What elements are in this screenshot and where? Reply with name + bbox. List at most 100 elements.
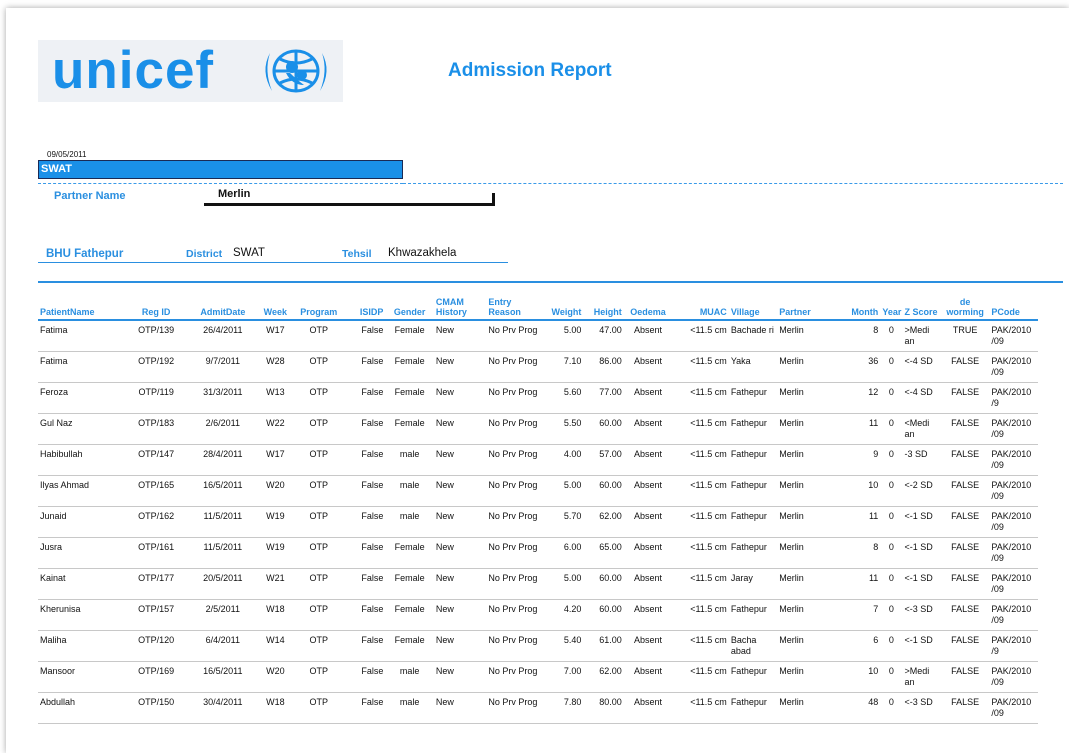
table-cell: 0 [880,413,903,445]
table-cell: FALSE [940,506,990,538]
table-row: Fatima OTP/192 9/7/2011 W28 OTP False Female Ne… [38,351,1038,383]
table-cell: W22 [258,413,293,445]
column-header: Z Score [902,283,941,321]
table-cell: OTP [292,506,346,538]
table-cell: OTP/119 [124,382,188,414]
table-cell: Bachade ri [728,320,778,352]
table-cell: 0 [880,692,903,724]
table-cell: FALSE [940,475,990,507]
table-cell: 9 [827,444,881,476]
table-cell: 11/5/2011 [187,537,259,569]
table-cell: Merlin [777,351,828,383]
table-row: Kherunisa OTP/157 2/5/2011 W18 OTP False Femal… [38,599,1038,631]
table-cell: male [385,475,434,507]
table-cell: No Prv Prog [486,506,541,538]
table-cell: New [433,630,487,662]
table-cell: No Prv Prog [486,568,541,600]
table-cell: False [345,351,386,383]
tehsil-label: Tehsil [342,248,372,260]
table-cell: 60.00 [583,568,624,600]
table-cell: OTP/150 [124,692,188,724]
table-cell: No Prv Prog [486,661,541,693]
table-cell: 0 [880,568,903,600]
table-cell: 57.00 [583,444,624,476]
table-cell: OTP [292,692,346,724]
table-cell: male [385,661,434,693]
table-cell: OTP/139 [124,320,188,352]
table-cell: 7 [827,599,881,631]
table-cell: <11.5 cm [672,320,729,352]
table-cell: Fatima [38,320,125,352]
table-cell: Absent [623,382,673,414]
table-cell: <11.5 cm [672,475,729,507]
table-cell: False [345,506,386,538]
table-cell: Absent [623,444,673,476]
table-cell: Merlin [777,475,828,507]
table-cell: 86.00 [583,351,624,383]
report-date: 09/05/2011 [47,150,87,159]
table-row: Jusra OTP/161 11/5/2011 W19 OTP False Female Ne… [38,537,1038,569]
table-cell: False [345,413,386,445]
table-cell: Fathepur [728,444,778,476]
table-cell: <-1 SD [902,506,941,538]
table-cell: New [433,599,487,631]
column-header: ISIDP [345,283,386,321]
table-cell: Absent [623,320,673,352]
table-cell: Absent [623,599,673,631]
table-cell: OTP/147 [124,444,188,476]
table-cell: False [345,692,386,724]
table-cell: No Prv Prog [486,537,541,569]
table-cell: Absent [623,661,673,693]
table-cell: W20 [258,661,293,693]
district-value: SWAT [233,247,265,259]
table-cell: PAK/2010 /09 [989,320,1038,352]
table-cell: Merlin [777,444,828,476]
table-cell: 77.00 [583,382,624,414]
table-cell: False [345,475,386,507]
report-page: unicef Admission Report 09/05/2011 SWAT … [6,8,1069,753]
table-cell: W19 [258,506,293,538]
column-header: Partner [777,283,828,321]
table-cell: 0 [880,537,903,569]
table-cell: New [433,444,487,476]
table-cell: Fatima [38,351,125,383]
table-cell: Abdullah [38,692,125,724]
table-cell: OTP [292,413,346,445]
table-cell: Ilyas Ahmad [38,475,125,507]
table-cell: W14 [258,630,293,662]
table-cell: 62.00 [583,661,624,693]
table-cell: Fathepur [728,413,778,445]
partner-name-value: Merlin [218,188,251,200]
table-cell: Absent [623,351,673,383]
table-cell: No Prv Prog [486,444,541,476]
table-cell: Merlin [777,382,828,414]
table-cell: Absent [623,537,673,569]
table-cell: Merlin [777,537,828,569]
table-cell: W18 [258,599,293,631]
table-cell: New [433,537,487,569]
table-cell: No Prv Prog [486,320,541,352]
table-cell: FALSE [940,692,990,724]
table-cell: False [345,537,386,569]
table-cell: -3 SD [902,444,941,476]
table-row: Mansoor OTP/169 16/5/2011 W20 OTP False male Ne… [38,661,1038,693]
report-title: Admission Report [448,60,612,81]
table-cell: PAK/2010 /09 [989,444,1038,476]
column-header: de worming [940,283,990,321]
table-row: Habibullah OTP/147 28/4/2011 W17 OTP False mal… [38,444,1038,476]
table-cell: 5.40 [540,630,584,662]
table-cell: Maliha [38,630,125,662]
table-cell: 4.00 [540,444,584,476]
table-cell: Merlin [777,661,828,693]
table-cell: 31/3/2011 [187,382,259,414]
table-cell: OTP/169 [124,661,188,693]
table-cell: Absent [623,568,673,600]
table-cell: Merlin [777,506,828,538]
column-header: Reg ID [124,283,188,321]
table-cell: 8 [827,537,881,569]
table-cell: New [433,320,487,352]
table-cell: 6.00 [540,537,584,569]
table-row: Abdullah OTP/150 30/4/2011 W18 OTP False male N… [38,692,1038,724]
table-cell: male [385,692,434,724]
table-cell: False [345,661,386,693]
